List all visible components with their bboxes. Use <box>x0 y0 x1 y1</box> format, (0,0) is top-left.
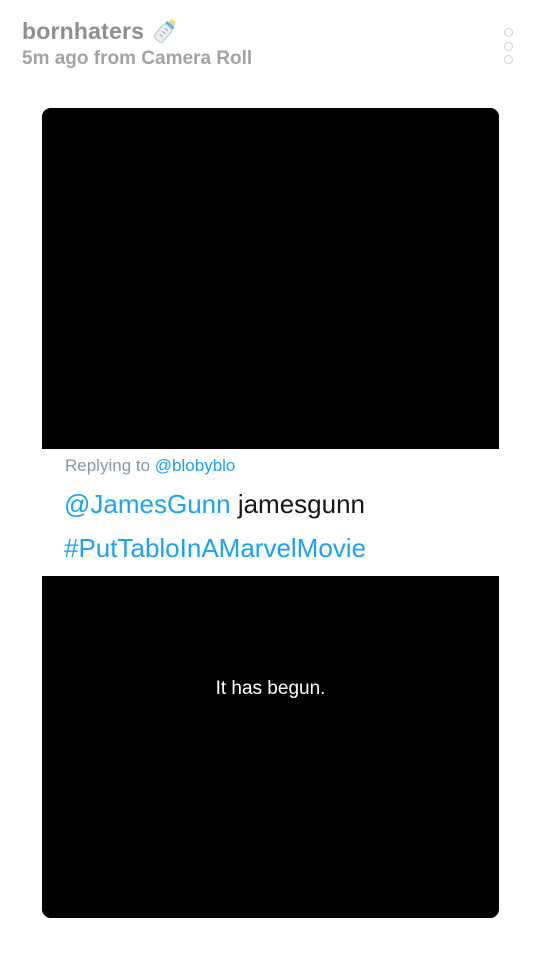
story-timestamp: 5m ago from Camera Roll <box>22 48 253 69</box>
tweet-hashtag: #PutTabloInAMarvelMovie <box>64 533 367 563</box>
snap-media[interactable]: Replying to @blobyblo @JamesGunn jamesgu… <box>42 108 499 918</box>
replying-prefix: Replying to <box>65 456 151 475</box>
username[interactable]: bornhaters <box>22 18 144 45</box>
tweet-text: jamesgunn <box>237 489 366 519</box>
more-options-button[interactable] <box>500 28 516 64</box>
vertical-dots-icon <box>503 41 513 51</box>
snap-caption: It has begun. <box>215 678 326 699</box>
vertical-dots-icon <box>503 55 513 64</box>
story-header: bornhaters 5m ago from Camera Roll <box>22 14 492 74</box>
replying-to-line: Replying to @blobyblo <box>65 456 235 476</box>
username-row: bornhaters <box>22 14 492 48</box>
baby-bottle-icon <box>150 16 180 46</box>
tweet-mention: @JamesGunn <box>64 489 231 519</box>
tweet-text-line: @JamesGunn jamesgunn <box>64 489 365 520</box>
media-black-top <box>42 108 499 449</box>
media-black-bottom: It has begun. <box>42 576 499 918</box>
replying-handle: @blobyblo <box>154 456 236 475</box>
vertical-dots-icon <box>503 28 513 37</box>
tweet-screenshot: Replying to @blobyblo @JamesGunn jamesgu… <box>42 449 499 576</box>
